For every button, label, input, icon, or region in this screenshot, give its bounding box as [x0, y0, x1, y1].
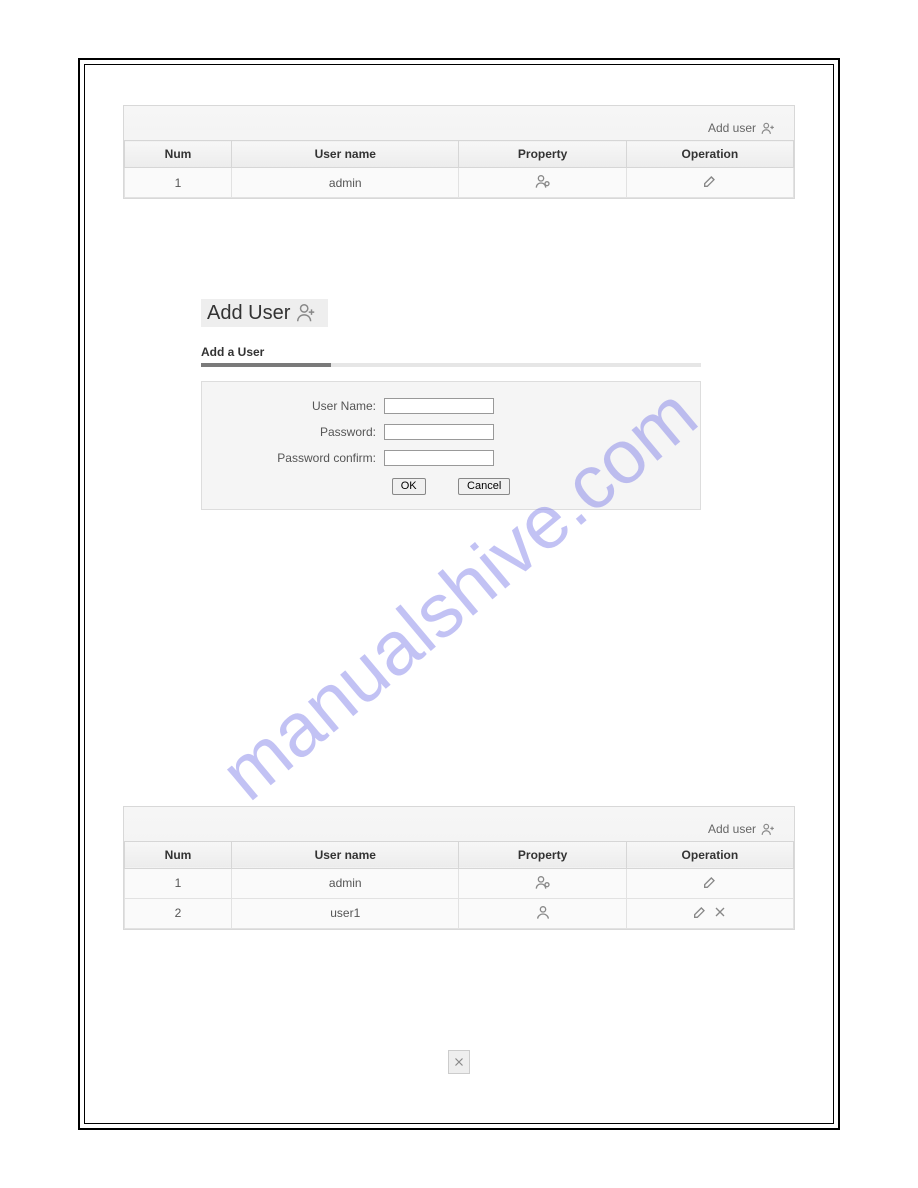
cell-property [459, 868, 626, 898]
password-input[interactable] [384, 424, 494, 440]
cell-operation [626, 898, 793, 928]
cell-username: user1 [232, 898, 459, 928]
add-user-label: Add user [708, 822, 756, 836]
form-title: Add a User [201, 345, 701, 359]
password-confirm-label: Password confirm: [214, 451, 384, 465]
user-table-1: Add user Num User name Property Operatio… [123, 105, 795, 199]
property-icon[interactable] [535, 173, 551, 189]
table-row: 1 admin [125, 868, 794, 898]
add-user-heading-icon [294, 301, 318, 325]
cell-num: 1 [125, 168, 232, 198]
property-icon[interactable] [535, 904, 551, 920]
cell-operation [626, 868, 793, 898]
col-num: Num [125, 841, 232, 868]
table-row: 2 user1 [125, 898, 794, 928]
col-operation: Operation [626, 841, 793, 868]
col-property: Property [459, 141, 626, 168]
delete-icon[interactable] [712, 904, 728, 920]
property-icon[interactable] [535, 874, 551, 890]
username-label: User Name: [214, 399, 384, 413]
edit-icon[interactable] [702, 173, 718, 189]
col-operation: Operation [626, 141, 793, 168]
add-user-link[interactable]: Add user [124, 817, 794, 841]
add-user-icon [760, 821, 776, 837]
form-divider [201, 363, 701, 367]
username-input[interactable] [384, 398, 494, 414]
add-user-link[interactable]: Add user [124, 116, 794, 140]
table-row: 1 admin [125, 168, 794, 198]
cell-property [459, 168, 626, 198]
cell-username: admin [232, 168, 459, 198]
edit-icon[interactable] [702, 874, 718, 890]
add-user-icon [760, 120, 776, 136]
cancel-button[interactable]: Cancel [458, 478, 510, 495]
col-username: User name [232, 141, 459, 168]
ok-button[interactable]: OK [392, 478, 426, 495]
password-label: Password: [214, 425, 384, 439]
col-property: Property [459, 841, 626, 868]
cell-num: 2 [125, 898, 232, 928]
cell-num: 1 [125, 868, 232, 898]
password-confirm-input[interactable] [384, 450, 494, 466]
col-username: User name [232, 841, 459, 868]
table-header-row: Num User name Property Operation [125, 141, 794, 168]
cell-username: admin [232, 868, 459, 898]
cell-operation [626, 168, 793, 198]
add-user-heading-text: Add User [207, 302, 290, 325]
table-header-row: Num User name Property Operation [125, 841, 794, 868]
edit-icon[interactable] [692, 904, 708, 920]
add-user-label: Add user [708, 121, 756, 135]
col-num: Num [125, 141, 232, 168]
cell-property [459, 898, 626, 928]
user-table-2: Add user Num User name Property Operatio… [123, 806, 795, 930]
add-user-form: Add a User User Name: Password: Password… [201, 345, 701, 510]
delete-page-icon [448, 1050, 470, 1074]
delete-icon-figure [123, 1050, 795, 1074]
add-user-heading: Add User [201, 299, 328, 327]
